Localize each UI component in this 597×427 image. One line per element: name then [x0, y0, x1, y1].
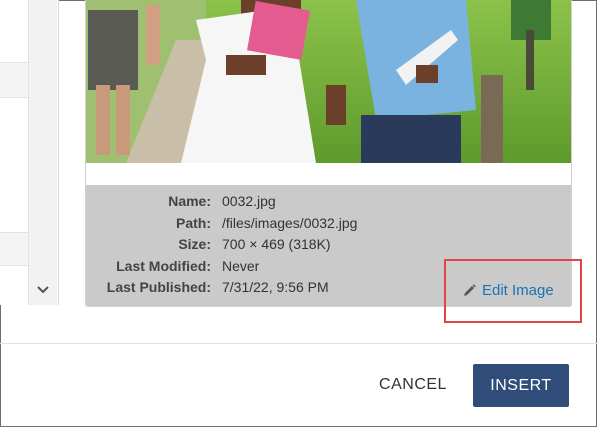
- edit-image-label: Edit Image: [482, 281, 554, 299]
- edit-image-link[interactable]: Edit Image: [463, 280, 554, 300]
- file-list-panel: [0, 0, 59, 305]
- file-list-row[interactable]: [0, 232, 28, 266]
- detail-value: 0032.jpg: [222, 193, 276, 209]
- detail-label: Last Published:: [106, 279, 211, 295]
- image-details-panel: Name: 0032.jpg Path: /files/images/0032.…: [86, 185, 571, 306]
- file-list-row[interactable]: [0, 62, 28, 98]
- detail-label: Size:: [178, 236, 211, 252]
- detail-value: Never: [222, 258, 260, 274]
- pencil-icon: [464, 283, 476, 296]
- preview-image: [86, 0, 571, 163]
- detail-label: Path:: [176, 215, 211, 231]
- chevron-down-icon: [37, 286, 49, 294]
- scroll-down-button[interactable]: [29, 279, 57, 301]
- detail-value: /files/images/0032.jpg: [222, 215, 358, 231]
- detail-label: Last Modified:: [116, 258, 211, 274]
- insert-button[interactable]: INSERT: [473, 364, 569, 407]
- footer-divider: [0, 343, 597, 344]
- detail-value: 7/31/22, 9:56 PM: [222, 279, 329, 295]
- detail-value: 700 × 469 (318K): [222, 236, 331, 252]
- file-list-scrollbar[interactable]: [28, 0, 57, 305]
- image-preview-card: Name: 0032.jpg Path: /files/images/0032.…: [85, 0, 572, 307]
- detail-label: Name:: [168, 193, 211, 209]
- cancel-button[interactable]: CANCEL: [368, 365, 458, 405]
